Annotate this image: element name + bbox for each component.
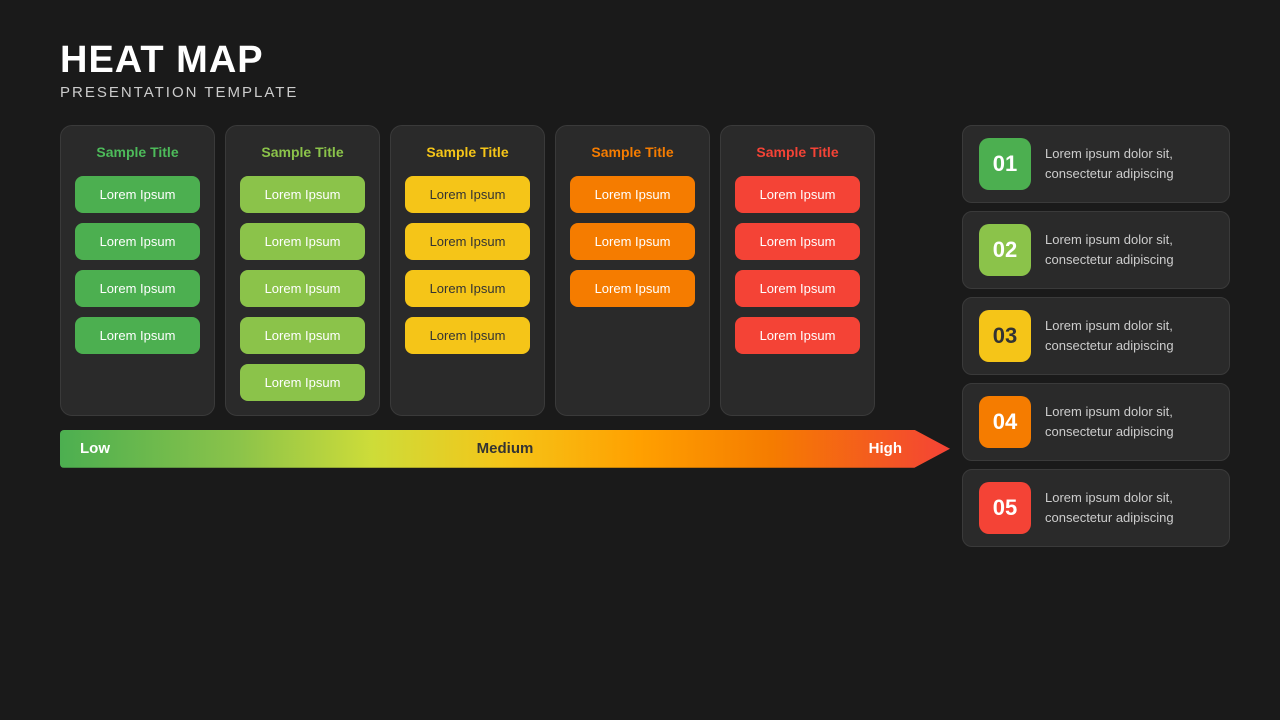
column-card-1: Sample Title Lorem Ipsum Lorem Ipsum Lorem … — [60, 125, 215, 416]
column-5-item-2[interactable]: Lorem Ipsum — [735, 223, 860, 260]
column-5-item-3[interactable]: Lorem Ipsum — [735, 270, 860, 307]
header: HEAT MAP PRESENTATION TEMPLATE — [60, 40, 1230, 101]
column-2-item-2[interactable]: Lorem Ipsum — [240, 223, 365, 260]
column-title-1: Sample Title — [75, 144, 200, 160]
legend-medium-label: Medium — [477, 440, 534, 457]
numbered-text-3: Lorem ipsum dolor sit, consectetur adipi… — [1045, 316, 1213, 355]
legend-low-label: Low — [80, 440, 110, 457]
column-2-item-1[interactable]: Lorem Ipsum — [240, 176, 365, 213]
numbered-item-1: 01 Lorem ipsum dolor sit, consectetur adi… — [962, 125, 1230, 203]
numbered-item-2: 02 Lorem ipsum dolor sit, consectetur adi… — [962, 211, 1230, 289]
column-1-item-2[interactable]: Lorem Ipsum — [75, 223, 200, 260]
column-card-2: Sample Title Lorem Ipsum Lorem Ipsum Lorem … — [225, 125, 380, 416]
number-badge-1: 01 — [979, 138, 1031, 190]
column-1-item-1[interactable]: Lorem Ipsum — [75, 176, 200, 213]
number-badge-5: 05 — [979, 482, 1031, 534]
numbered-text-5: Lorem ipsum dolor sit, consectetur adipi… — [1045, 488, 1213, 527]
sub-title: PRESENTATION TEMPLATE — [60, 84, 1230, 101]
column-1-item-4[interactable]: Lorem Ipsum — [75, 317, 200, 354]
column-2-item-4[interactable]: Lorem Ipsum — [240, 317, 365, 354]
number-badge-2: 02 — [979, 224, 1031, 276]
column-4-item-1[interactable]: Lorem Ipsum — [570, 176, 695, 213]
numbered-item-3: 03 Lorem ipsum dolor sit, consectetur adi… — [962, 297, 1230, 375]
page: HEAT MAP PRESENTATION TEMPLATE Sample Ti… — [0, 0, 1280, 720]
legend-bar: Low Medium High — [60, 430, 950, 468]
column-3-item-1[interactable]: Lorem Ipsum — [405, 176, 530, 213]
column-1-item-3[interactable]: Lorem Ipsum — [75, 270, 200, 307]
column-title-2: Sample Title — [240, 144, 365, 160]
column-4-item-3[interactable]: Lorem Ipsum — [570, 270, 695, 307]
right-section: 01 Lorem ipsum dolor sit, consectetur adi… — [962, 125, 1230, 690]
column-4-item-2[interactable]: Lorem Ipsum — [570, 223, 695, 260]
column-5-item-1[interactable]: Lorem Ipsum — [735, 176, 860, 213]
column-3-item-4[interactable]: Lorem Ipsum — [405, 317, 530, 354]
number-badge-4: 04 — [979, 396, 1031, 448]
content-area: Sample Title Lorem Ipsum Lorem Ipsum Lorem … — [60, 125, 1230, 690]
column-card-4: Sample Title Lorem Ipsum Lorem Ipsum Lorem … — [555, 125, 710, 416]
column-5-item-4[interactable]: Lorem Ipsum — [735, 317, 860, 354]
columns-section: Sample Title Lorem Ipsum Lorem Ipsum Lorem … — [60, 125, 950, 416]
column-3-item-2[interactable]: Lorem Ipsum — [405, 223, 530, 260]
numbered-item-5: 05 Lorem ipsum dolor sit, consectetur adi… — [962, 469, 1230, 547]
legend-bar-section: Low Medium High — [60, 430, 950, 468]
numbered-item-4: 04 Lorem ipsum dolor sit, consectetur adi… — [962, 383, 1230, 461]
column-card-5: Sample Title Lorem Ipsum Lorem Ipsum Lorem … — [720, 125, 875, 416]
column-card-3: Sample Title Lorem Ipsum Lorem Ipsum Lorem … — [390, 125, 545, 416]
column-3-item-3[interactable]: Lorem Ipsum — [405, 270, 530, 307]
numbered-text-2: Lorem ipsum dolor sit, consectetur adipi… — [1045, 230, 1213, 269]
legend-high-label: High — [869, 440, 930, 457]
column-2-item-3[interactable]: Lorem Ipsum — [240, 270, 365, 307]
column-2-item-5[interactable]: Lorem Ipsum — [240, 364, 365, 401]
numbered-text-1: Lorem ipsum dolor sit, consectetur adipi… — [1045, 144, 1213, 183]
numbered-text-4: Lorem ipsum dolor sit, consectetur adipi… — [1045, 402, 1213, 441]
column-title-3: Sample Title — [405, 144, 530, 160]
number-badge-3: 03 — [979, 310, 1031, 362]
column-title-5: Sample Title — [735, 144, 860, 160]
main-title: HEAT MAP — [60, 40, 1230, 82]
column-title-4: Sample Title — [570, 144, 695, 160]
